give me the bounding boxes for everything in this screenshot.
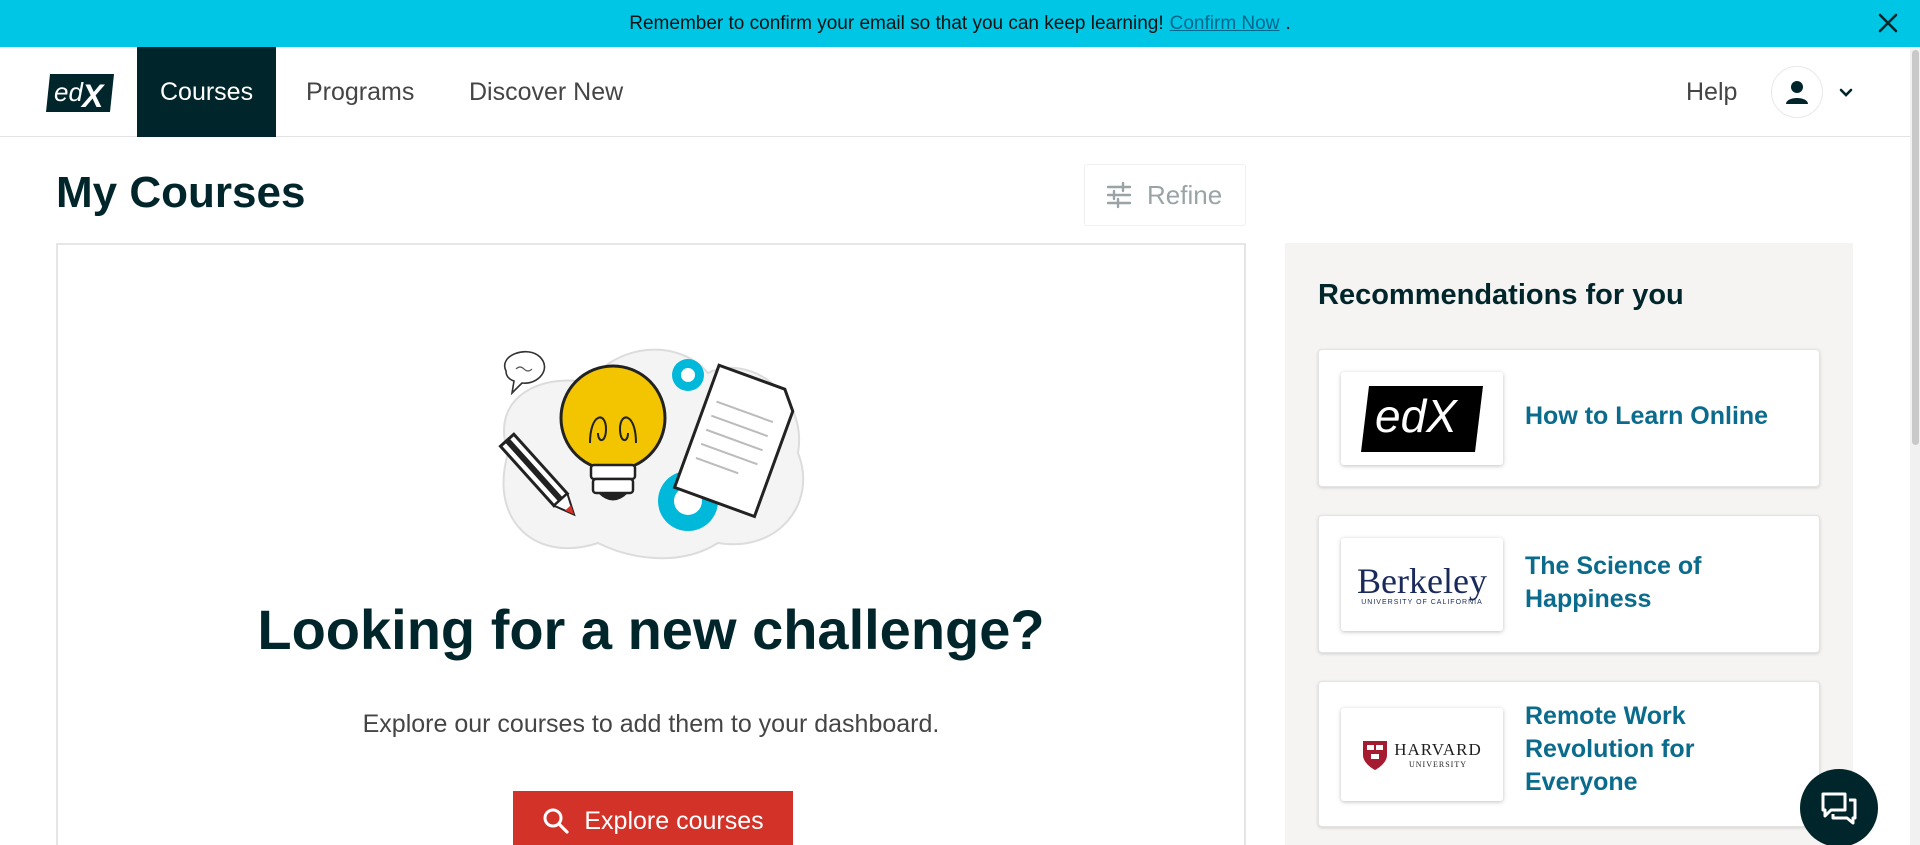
recommendations-panel: Recommendations for you edX How to Learn… xyxy=(1285,243,1853,845)
empty-courses-panel: Looking for a new challenge? Explore our… xyxy=(56,243,1246,845)
scrollbar-thumb[interactable] xyxy=(1912,50,1919,445)
empty-state-heading: Looking for a new challenge? xyxy=(257,598,1045,661)
lightbulb-illustration xyxy=(498,348,805,560)
nav-programs[interactable]: Programs xyxy=(306,47,414,137)
explore-courses-label: Explore courses xyxy=(584,806,764,835)
harvard-wordmark: HARVARD xyxy=(1394,740,1482,759)
course-title: The Science of Happiness xyxy=(1525,552,1702,613)
course-title: Remote Work Revolution for Everyone xyxy=(1525,702,1695,796)
user-icon xyxy=(1786,81,1808,104)
recommendation-card[interactable]: edX How to Learn Online xyxy=(1318,349,1820,487)
refine-button[interactable]: Refine xyxy=(1084,164,1246,226)
confirm-now-link[interactable]: Confirm Now xyxy=(1170,13,1280,35)
harvard-shield-icon xyxy=(1363,740,1388,770)
nav-courses[interactable]: Courses xyxy=(137,47,277,137)
svg-text:edX: edX xyxy=(1375,390,1459,442)
explore-courses-button[interactable]: Explore courses xyxy=(513,791,793,845)
sliders-icon xyxy=(1106,181,1132,209)
harvard-subtitle: UNIVERSITY xyxy=(1408,760,1467,769)
recommendation-card[interactable]: HARVARD UNIVERSITY Remote Work Revolutio… xyxy=(1318,681,1820,827)
course-title: How to Learn Online xyxy=(1525,402,1769,430)
course-logo-berkeley: Berkeley UNIVERSITY OF CALIFORNIA xyxy=(1341,538,1503,631)
chat-button[interactable] xyxy=(1800,769,1878,845)
recommendations-title: Recommendations for you xyxy=(1318,279,1684,311)
recommendation-card[interactable]: Berkeley UNIVERSITY OF CALIFORNIA The Sc… xyxy=(1318,515,1820,653)
site-header: ed X Courses Programs Discover New Help xyxy=(0,47,1920,137)
svg-text:ed: ed xyxy=(54,77,84,107)
help-link[interactable]: Help xyxy=(1686,47,1737,137)
nav-discover-new[interactable]: Discover New xyxy=(469,47,623,137)
banner-message: Remember to confirm your email so that y… xyxy=(629,12,1164,34)
edx-logo[interactable]: ed X xyxy=(44,72,116,114)
refine-label: Refine xyxy=(1147,179,1223,210)
page-title: My Courses xyxy=(56,168,306,217)
email-confirm-banner: Remember to confirm your email so that y… xyxy=(0,0,1920,47)
close-icon[interactable] xyxy=(1874,9,1902,37)
berkeley-wordmark: Berkeley xyxy=(1357,561,1487,601)
berkeley-subtitle: UNIVERSITY OF CALIFORNIA xyxy=(1361,599,1483,606)
user-menu-button[interactable] xyxy=(1771,66,1823,118)
svg-text:X: X xyxy=(80,78,105,114)
course-logo-edx: edX xyxy=(1341,372,1503,465)
search-icon xyxy=(543,808,569,834)
banner-trailing: . xyxy=(1285,12,1291,34)
chat-icon xyxy=(1821,792,1857,825)
empty-state-text: Explore our courses to add them to your … xyxy=(362,710,940,738)
course-logo-harvard: HARVARD UNIVERSITY xyxy=(1341,708,1503,801)
chevron-down-icon[interactable] xyxy=(1837,84,1855,102)
